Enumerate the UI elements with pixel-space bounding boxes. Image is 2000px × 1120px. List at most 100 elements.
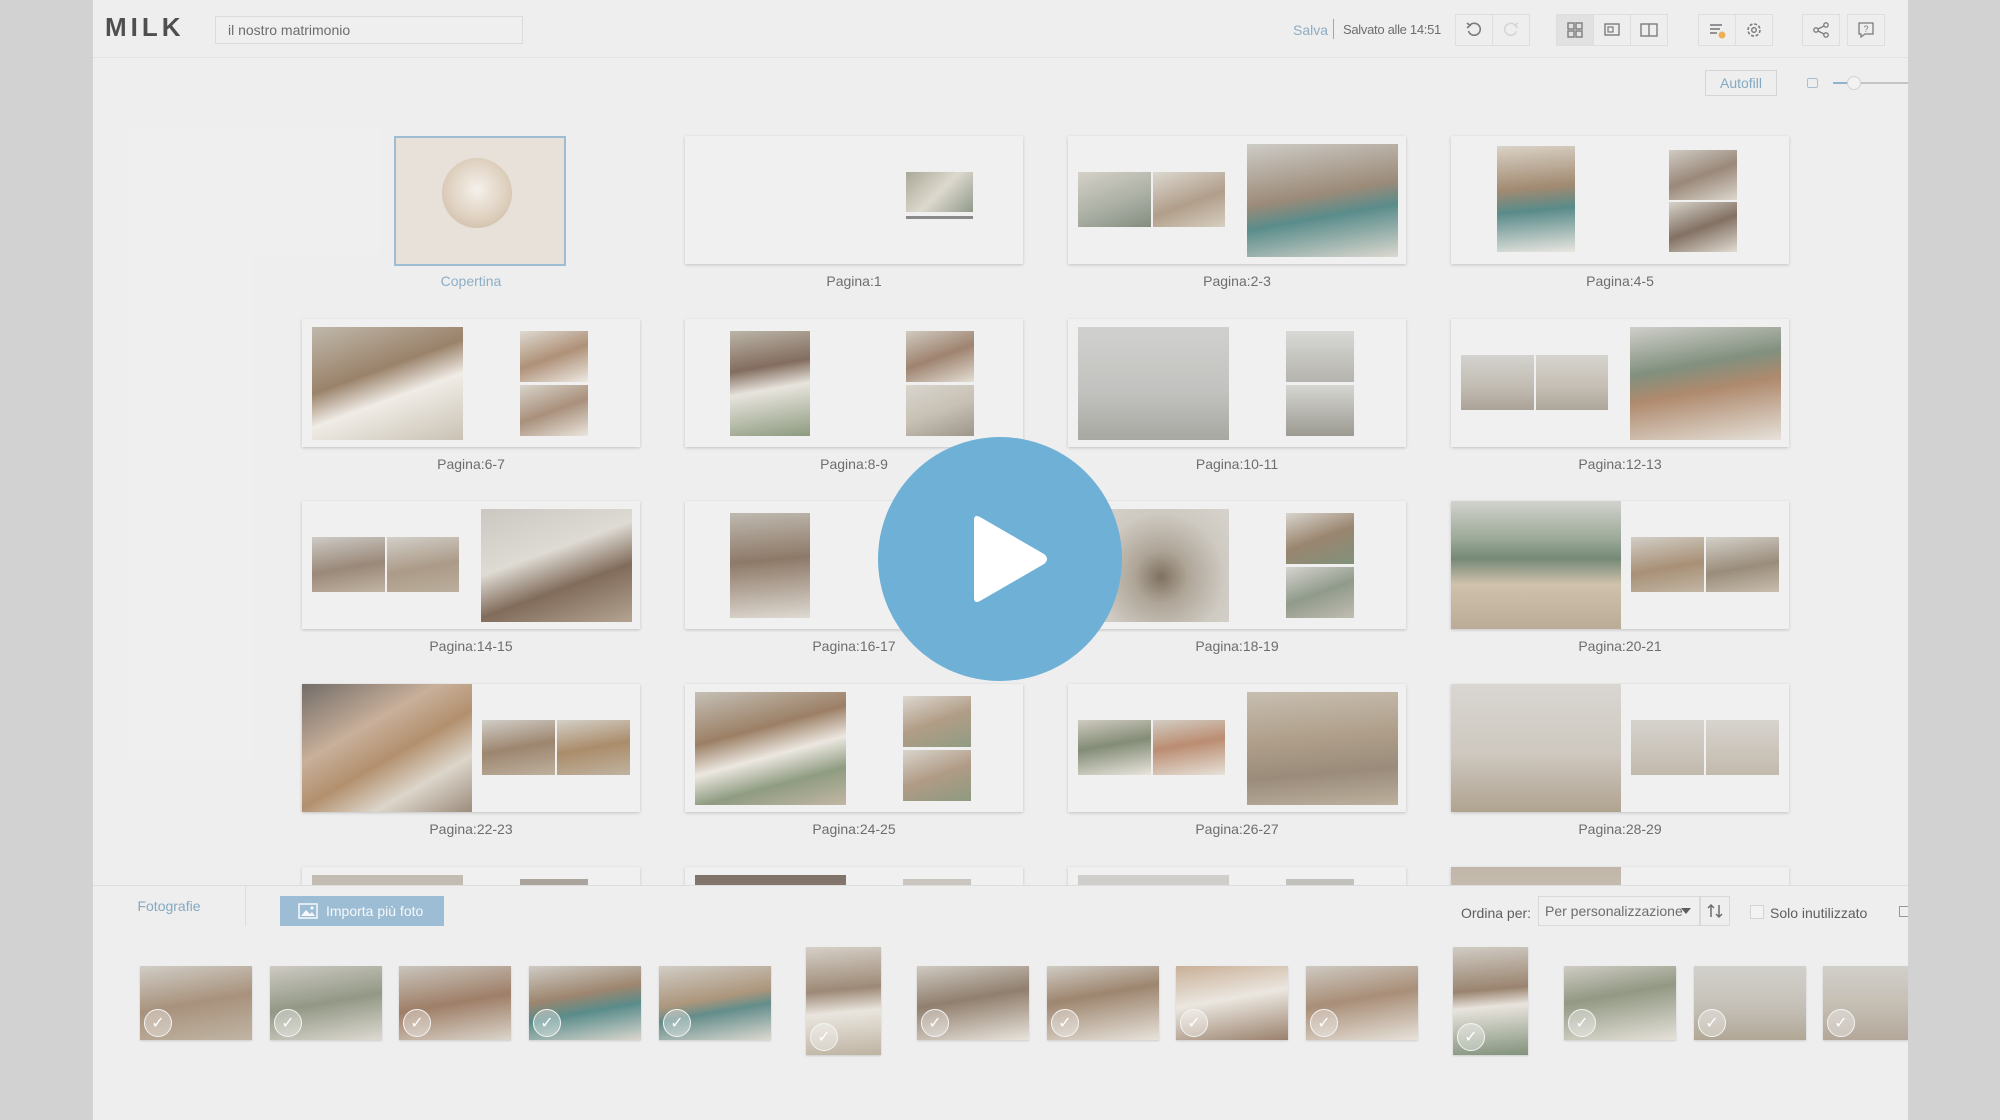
photo-thumbnail[interactable]: ✓ bbox=[270, 966, 382, 1040]
photo bbox=[1286, 567, 1354, 618]
spread-thumbnail[interactable] bbox=[1068, 136, 1406, 264]
photo bbox=[1078, 327, 1229, 440]
photo-panel: Fotografie Importa più foto Ordina per: … bbox=[93, 885, 1908, 1120]
page-view-icon bbox=[1604, 23, 1620, 36]
photo bbox=[695, 875, 846, 885]
spread-thumbnail[interactable] bbox=[685, 136, 1023, 264]
top-bar: MILK il nostro matrimonio Salva Salvato … bbox=[93, 0, 1908, 58]
photo bbox=[1669, 150, 1737, 200]
spread-thumbnail[interactable] bbox=[302, 501, 640, 629]
page-view-button[interactable] bbox=[1593, 14, 1631, 46]
list-warning-icon bbox=[1710, 24, 1726, 39]
zoom-small-icon bbox=[1807, 78, 1818, 88]
photo-thumbnail[interactable]: ✓ bbox=[659, 966, 771, 1040]
page-label: Pagina:14-15 bbox=[429, 638, 513, 654]
photo-thumbnail[interactable]: ✓ bbox=[1047, 966, 1159, 1040]
project-name-input[interactable]: il nostro matrimonio bbox=[215, 16, 523, 44]
sort-direction-button[interactable] bbox=[1700, 896, 1730, 926]
spread-thumbnail[interactable] bbox=[685, 319, 1023, 447]
photo bbox=[906, 331, 974, 382]
photo bbox=[1451, 501, 1621, 629]
unused-only-checkbox[interactable] bbox=[1750, 905, 1764, 919]
photo bbox=[1451, 684, 1621, 812]
cover-thumbnail[interactable] bbox=[394, 136, 566, 266]
spread-thumbnail[interactable] bbox=[1451, 501, 1789, 629]
photo-thumbnail[interactable]: ✓ bbox=[1694, 966, 1806, 1040]
photo bbox=[1153, 720, 1225, 775]
photo bbox=[730, 513, 810, 618]
grid-view-button[interactable] bbox=[1556, 14, 1594, 46]
spread-thumbnail[interactable] bbox=[685, 867, 1023, 885]
spread-thumbnail[interactable] bbox=[302, 867, 640, 885]
page-label: Pagina:1 bbox=[826, 273, 882, 289]
check-icon: ✓ bbox=[533, 1009, 561, 1037]
photo-thumbnail[interactable]: ✓ bbox=[140, 966, 252, 1040]
spread-thumbnail[interactable] bbox=[1451, 136, 1789, 264]
spread-thumbnail[interactable] bbox=[302, 319, 640, 447]
photo bbox=[1706, 720, 1779, 775]
save-button[interactable]: Salva bbox=[1293, 22, 1328, 38]
share-icon bbox=[1813, 22, 1829, 38]
photo bbox=[695, 692, 846, 805]
photo-thumbnail[interactable]: ✓ bbox=[1823, 966, 1908, 1040]
photo-thumbnail[interactable]: ✓ bbox=[1306, 966, 1418, 1040]
list-button[interactable] bbox=[1698, 14, 1736, 46]
play-icon bbox=[974, 516, 1047, 602]
check-icon: ✓ bbox=[810, 1023, 838, 1051]
undo-button[interactable] bbox=[1455, 14, 1493, 46]
autofill-button[interactable]: Autofill bbox=[1705, 70, 1777, 96]
page-label: Copertina bbox=[440, 273, 502, 289]
spread-thumbnail[interactable] bbox=[1068, 319, 1406, 447]
unused-only-label: Solo inutilizzato bbox=[1770, 905, 1868, 921]
spread-view-icon bbox=[1640, 23, 1658, 37]
spread-thumbnail[interactable] bbox=[1068, 867, 1406, 885]
sort-toggle-icon bbox=[1707, 903, 1723, 919]
spread-thumbnail[interactable] bbox=[1451, 684, 1789, 812]
page-label: Pagina:2-3 bbox=[1203, 273, 1271, 289]
photo bbox=[1247, 692, 1398, 805]
sort-select-value: Per personalizzazione bbox=[1545, 903, 1683, 919]
photo bbox=[520, 331, 588, 382]
page-label: Pagina:6-7 bbox=[437, 456, 505, 472]
photo bbox=[1706, 537, 1779, 592]
photo bbox=[1153, 172, 1225, 227]
photo bbox=[1497, 146, 1575, 252]
check-icon: ✓ bbox=[1051, 1009, 1079, 1037]
page-label: Pagina:26-27 bbox=[1195, 821, 1279, 837]
redo-button[interactable] bbox=[1492, 14, 1530, 46]
spread-thumbnail[interactable] bbox=[1451, 319, 1789, 447]
photo bbox=[1247, 144, 1398, 257]
tab-photos[interactable]: Fotografie bbox=[93, 886, 246, 926]
check-icon: ✓ bbox=[1827, 1009, 1855, 1037]
zoom-slider-handle[interactable] bbox=[1847, 76, 1861, 90]
page-label: Pagina:22-23 bbox=[429, 821, 513, 837]
spread-thumbnail[interactable] bbox=[302, 684, 640, 812]
help-button[interactable]: ? bbox=[1847, 14, 1885, 46]
photo-thumbnail[interactable]: ✓ bbox=[529, 966, 641, 1040]
play-button[interactable] bbox=[878, 437, 1122, 681]
photo bbox=[1669, 202, 1737, 252]
page-label: Pagina:24-25 bbox=[812, 821, 896, 837]
spread-thumbnail[interactable] bbox=[1451, 867, 1789, 885]
photo-thumbnail[interactable]: ✓ bbox=[399, 966, 511, 1040]
photo-thumbnail[interactable]: ✓ bbox=[1453, 947, 1528, 1055]
photo-thumbnail[interactable]: ✓ bbox=[1564, 966, 1676, 1040]
photo-thumbnail[interactable]: ✓ bbox=[1176, 966, 1288, 1040]
photo-thumbnail[interactable]: ✓ bbox=[806, 947, 881, 1055]
image-icon bbox=[298, 903, 318, 919]
photo bbox=[1631, 720, 1704, 775]
settings-button[interactable] bbox=[1735, 14, 1773, 46]
photo bbox=[520, 385, 588, 436]
photo bbox=[903, 696, 971, 747]
check-icon: ✓ bbox=[663, 1009, 691, 1037]
spread-view-button[interactable] bbox=[1630, 14, 1668, 46]
import-photos-button[interactable]: Importa più foto bbox=[280, 896, 444, 926]
check-icon: ✓ bbox=[403, 1009, 431, 1037]
panel-toggle-icon[interactable] bbox=[1899, 906, 1908, 917]
page-label: Pagina:10-11 bbox=[1195, 456, 1279, 472]
spread-thumbnail[interactable] bbox=[1068, 684, 1406, 812]
photo-thumbnail[interactable]: ✓ bbox=[917, 966, 1029, 1040]
sort-select[interactable]: Per personalizzazione bbox=[1538, 896, 1700, 926]
spread-thumbnail[interactable] bbox=[685, 684, 1023, 812]
share-button[interactable] bbox=[1802, 14, 1840, 46]
